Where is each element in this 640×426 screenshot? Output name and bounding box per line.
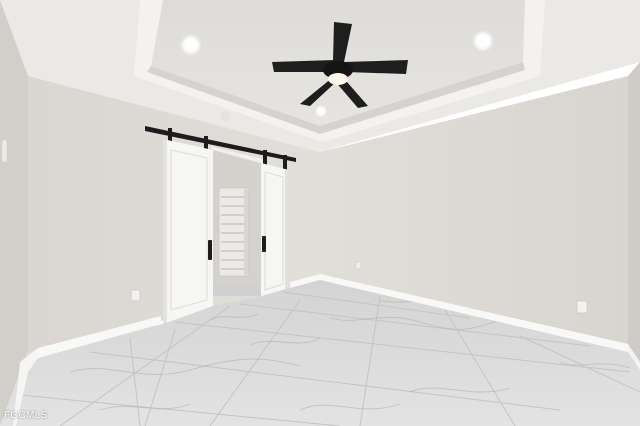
electrical-outlet-icon (355, 261, 362, 270)
closet-shelving (218, 187, 249, 277)
door-handle (208, 240, 212, 260)
electrical-outlet-icon (130, 289, 141, 302)
right-barn-door (261, 163, 289, 296)
recessed-light-icon (315, 105, 327, 117)
light-switch (1, 139, 8, 163)
right-end-wall (628, 62, 640, 368)
recessed-light-icon (220, 111, 230, 121)
left-barn-door (163, 139, 213, 324)
door-handle (262, 236, 266, 252)
recessed-light-icon (180, 34, 202, 56)
recessed-light-icon (472, 30, 494, 52)
room-illustration (0, 0, 640, 426)
room-photo: FGCMLS (0, 0, 640, 426)
electrical-outlet-icon (576, 300, 588, 314)
watermark-text: FGCMLS (4, 410, 48, 421)
